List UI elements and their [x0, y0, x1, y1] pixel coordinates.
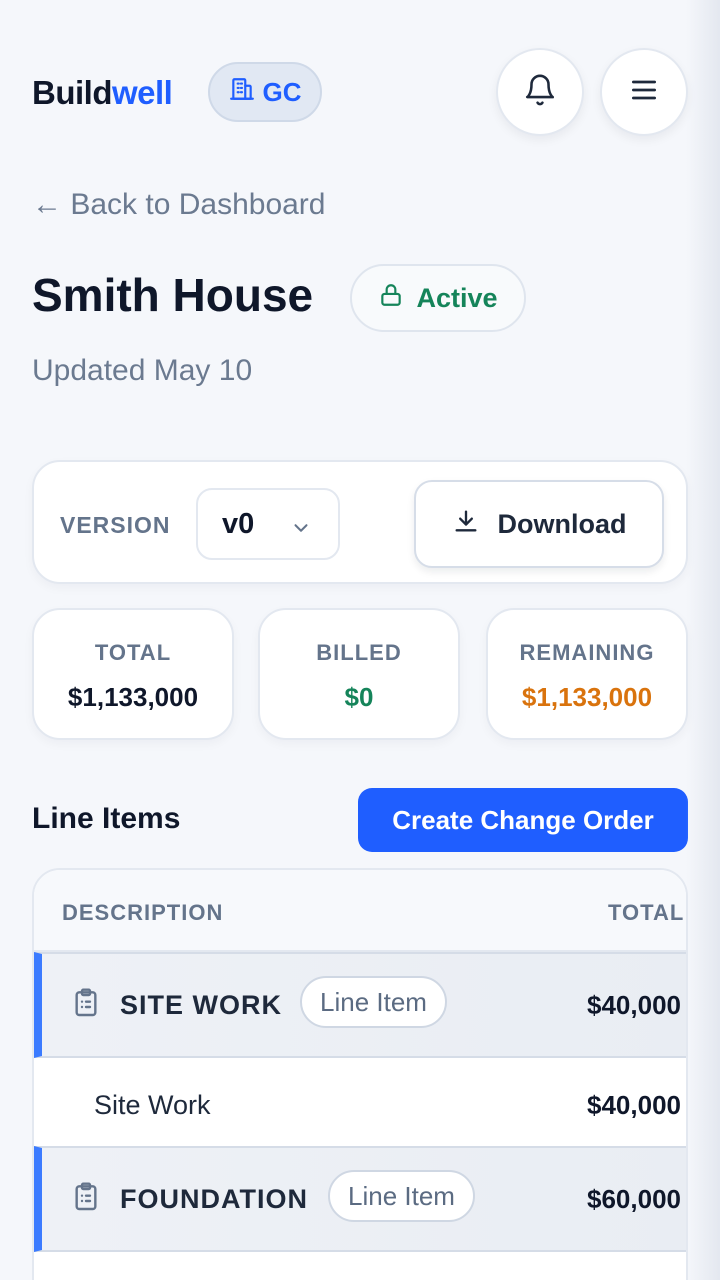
bell-icon [523, 73, 557, 112]
version-select[interactable]: v0 [196, 488, 340, 560]
table-group-row[interactable]: SITE WORK Line Item $40,000 [34, 952, 686, 1058]
line-items-table: DESCRIPTION TOTAL SITE WORK Line Item $4… [32, 868, 688, 1280]
stat-value-billed: $0 [344, 682, 374, 712]
stat-card-remaining: REMAINING $1,133,000 [486, 608, 688, 740]
role-badge[interactable]: GC [208, 62, 322, 122]
stat-value-remaining: $1,133,000 [521, 682, 653, 712]
table-row[interactable]: Site Work $40,000 [34, 1058, 686, 1148]
project-page: Buildwell GC ← Back to Dashboard Smith H… [0, 0, 720, 1280]
hamburger-menu-icon [628, 74, 660, 111]
clipboard-icon [70, 986, 102, 1025]
stat-label-total: TOTAL [94, 640, 172, 665]
stat-card-billed: BILLED $0 [258, 608, 460, 740]
status-badge: Active [350, 264, 526, 332]
back-to-dashboard-link[interactable]: ← Back to Dashboard [32, 188, 325, 222]
app-logo[interactable]: Buildwell [32, 74, 173, 112]
table-group-row[interactable]: FOUNDATION Line Item $60,000 [34, 1146, 686, 1252]
stat-card-total: TOTAL $1,133,000 [32, 608, 234, 740]
column-header-total[interactable]: TOTAL [608, 900, 684, 926]
chevron-down-icon [290, 514, 312, 547]
version-card: VERSION v0 Download [32, 460, 688, 584]
building-icon [229, 76, 255, 109]
column-header-description[interactable]: DESCRIPTION [62, 900, 223, 926]
lock-icon [378, 282, 404, 315]
scroll-edge-shadow [686, 0, 720, 1280]
item-amount: $40,000 [587, 1090, 681, 1120]
clipboard-icon [70, 1180, 102, 1219]
line-items-heading: Line Items [32, 802, 181, 835]
group-name: FOUNDATION [120, 1184, 308, 1214]
line-item-badge: Line Item [300, 976, 447, 1028]
project-title: Smith House [32, 269, 314, 321]
version-label: VERSION [60, 512, 171, 538]
create-change-order-button[interactable]: Create Change Order [358, 788, 688, 852]
stat-label-billed: BILLED [316, 640, 402, 665]
group-name: SITE WORK [120, 990, 282, 1020]
app-header: Buildwell GC [32, 48, 688, 136]
download-button[interactable]: Download [414, 480, 664, 568]
group-amount: $40,000 [587, 990, 681, 1020]
download-button-label: Download [497, 508, 627, 539]
menu-button[interactable] [600, 48, 688, 136]
stat-label-remaining: REMAINING [519, 640, 655, 665]
logo-text-build: Build [32, 74, 112, 111]
version-select-value: v0 [222, 507, 255, 540]
updated-timestamp: Updated May 10 [32, 354, 253, 387]
stat-value-total: $1,133,000 [67, 682, 199, 712]
table-row[interactable] [34, 1252, 686, 1280]
line-item-badge: Line Item [328, 1170, 475, 1222]
table-header: DESCRIPTION TOTAL [34, 870, 686, 952]
download-icon [452, 507, 480, 542]
item-name: Site Work [94, 1090, 211, 1120]
notifications-button[interactable] [496, 48, 584, 136]
logo-text-well: well [111, 74, 173, 111]
status-badge-label: Active [416, 282, 498, 313]
role-badge-label: GC [262, 76, 302, 107]
group-amount: $60,000 [587, 1184, 681, 1214]
